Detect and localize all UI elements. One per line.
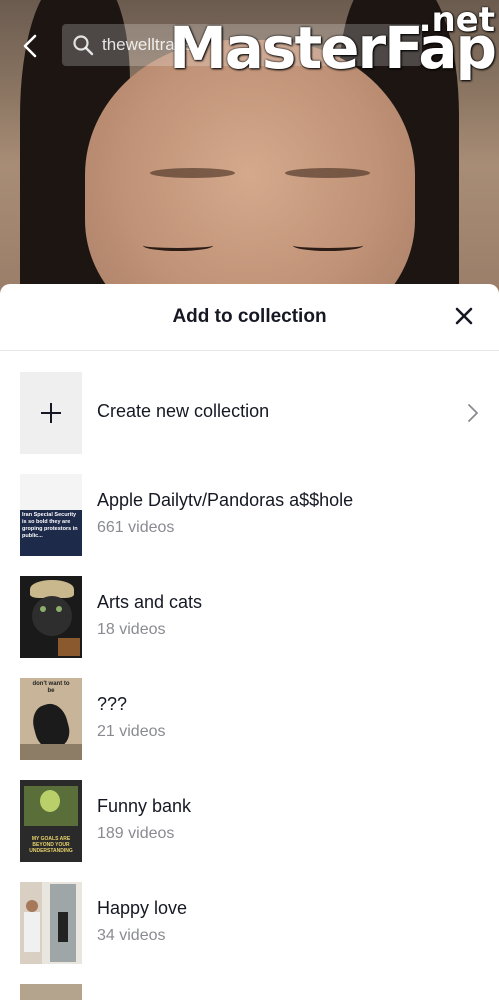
watermark: .net MasterFap [169,0,499,82]
thumbnail-caption: MY GOALS ARE BEYOND YOUR UNDERSTANDING [29,836,73,854]
collection-item[interactable]: MY GOALS ARE BEYOND YOUR UNDERSTANDING F… [20,780,480,862]
collection-count: 18 videos [97,621,166,638]
collection-name: Apple Dailytv/Pandoras a$$hole [97,490,354,510]
collection-item[interactable]: Arts and cats 18 videos [20,576,480,658]
create-collection-row[interactable]: Create new collection [20,372,480,454]
chevron-right-icon [468,404,478,422]
collection-count: 661 videos [97,519,175,536]
collection-thumbnail: MY GOALS ARE BEYOND YOUR UNDERSTANDING [20,780,82,862]
sheet-title: Add to collection [172,306,327,327]
collection-name: Happy love [97,898,188,918]
collection-thumbnail [20,882,82,964]
collection-item[interactable]: Iran Special Security is so bold they ar… [20,474,480,556]
add-to-collection-sheet: Add to collection Create new collection … [0,284,499,1000]
collection-thumbnail: Iran Special Security is so bold they ar… [20,474,82,556]
collection-count: 189 videos [97,825,175,842]
create-collection-thumb [20,372,82,454]
video-eye-right [293,240,363,251]
collection-thumbnail: don't want to be [20,678,82,760]
collection-name: ??? [97,694,128,714]
collection-count: 34 videos [97,927,166,944]
next-collection-peek [0,984,499,1000]
close-icon[interactable] [455,307,473,325]
plus-icon [41,403,61,423]
thumbnail-caption: Iran Special Security is so bold they ar… [22,512,78,539]
video-brow-left [150,168,235,178]
collection-item[interactable]: don't want to be ??? 21 videos [20,678,480,760]
back-arrow-icon[interactable] [20,34,42,58]
sheet-header: Add to collection [0,284,499,351]
collection-name: Arts and cats [97,592,203,612]
video-brow-right [285,168,370,178]
collection-name: Funny bank [97,796,192,816]
watermark-logo: MasterFap [169,14,497,82]
thumbnail-caption: don't want to be [32,681,70,694]
collection-thumbnail [20,576,82,658]
video-eye-left [143,240,213,251]
collection-count: 21 videos [97,723,166,740]
search-icon [73,35,94,56]
create-collection-label: Create new collection [97,401,270,421]
collection-thumbnail-peek [20,984,82,1000]
collection-item[interactable]: Happy love 34 videos [20,882,480,964]
